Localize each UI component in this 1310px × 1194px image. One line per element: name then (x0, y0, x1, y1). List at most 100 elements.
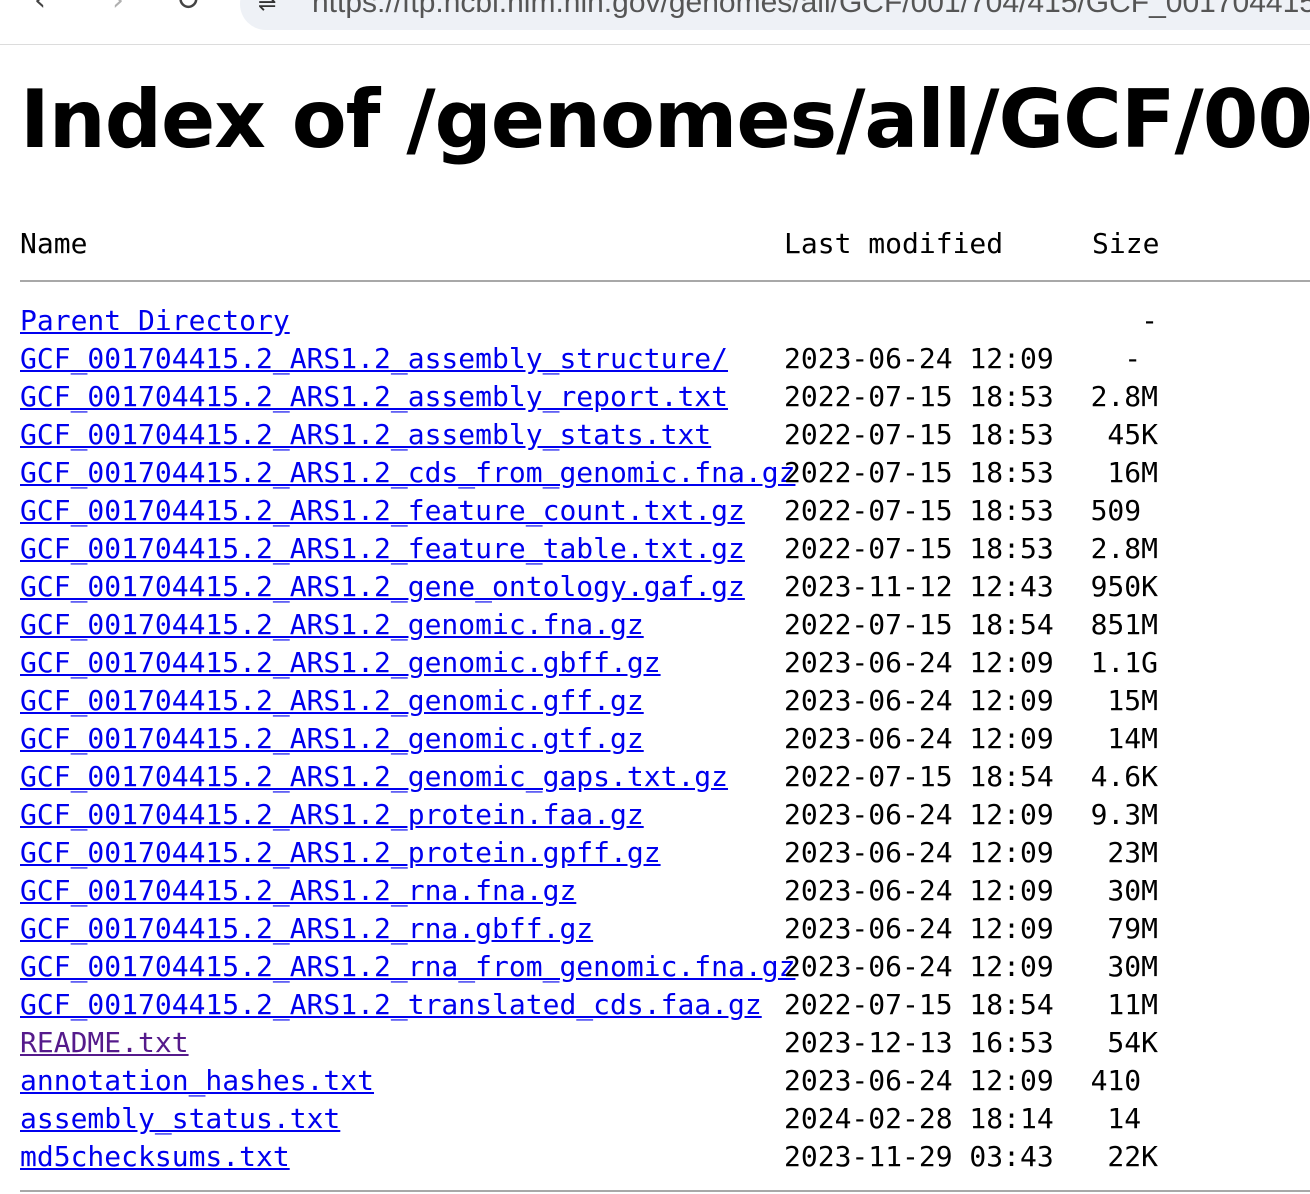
table-row: GCF_001704415.2_ARS1.2_feature_table.txt… (20, 530, 1310, 568)
reload-icon[interactable]: ↻ (170, 0, 206, 16)
size-cell: 509 (1090, 494, 1158, 527)
table-row: GCF_001704415.2_ARS1.2_protein.faa.gz 202… (20, 796, 1310, 834)
table-row: GCF_001704415.2_ARS1.2_protein.gpff.gz 20… (20, 834, 1310, 872)
last-modified-cell: 2023-11-12 12:43 (784, 570, 1054, 603)
url-text[interactable]: https://ftp.ncbi.nlm.nih.gov/genomes/all… (312, 0, 1310, 20)
size-cell: 2.8M (1090, 532, 1158, 565)
size-cell: 54K (1107, 1026, 1158, 1059)
size-cell: 15M (1107, 684, 1158, 717)
size-cell: - (1141, 304, 1158, 337)
table-row: GCF_001704415.2_ARS1.2_assembly_structur… (20, 340, 1310, 378)
table-row: annotation_hashes.txt 2023-06-24 12:09 410 (20, 1062, 1310, 1100)
last-modified-cell: 2023-06-24 12:09 (784, 1064, 1054, 1097)
column-header-name[interactable]: Name (20, 228, 87, 260)
last-modified-cell: 2023-06-24 12:09 (784, 646, 1054, 679)
file-link[interactable]: GCF_001704415.2_ARS1.2_rna.gbff.gz (20, 910, 593, 948)
parent-directory-link[interactable]: Parent Directory (20, 302, 290, 340)
back-arrow-icon[interactable]: ‹ (22, 0, 58, 16)
size-cell: 2.8M (1090, 380, 1158, 413)
size-cell: 79M (1107, 912, 1158, 945)
listing-header: Name Last modified Size (20, 228, 1310, 260)
last-modified-cell: 2023-06-24 12:09 (784, 342, 1054, 375)
file-link[interactable]: GCF_001704415.2_ARS1.2_cds_from_genomic.… (20, 454, 795, 492)
last-modified-cell: 2024-02-28 18:14 (784, 1102, 1054, 1135)
table-row: GCF_001704415.2_ARS1.2_rna_from_genomic.… (20, 948, 1310, 986)
last-modified-cell: 2022-07-15 18:53 (784, 456, 1054, 489)
file-link[interactable]: GCF_001704415.2_ARS1.2_protein.faa.gz (20, 796, 644, 834)
size-cell: 1.1G (1090, 646, 1158, 679)
table-row: GCF_001704415.2_ARS1.2_assembly_report.t… (20, 378, 1310, 416)
last-modified-cell: 2023-06-24 12:09 (784, 912, 1054, 945)
size-cell: 23M (1107, 836, 1158, 869)
table-row: README.txt 2023-12-13 16:53 54K (20, 1024, 1310, 1062)
table-row: GCF_001704415.2_ARS1.2_genomic.gbff.gz 20… (20, 644, 1310, 682)
file-link[interactable]: GCF_001704415.2_ARS1.2_feature_table.txt… (20, 530, 745, 568)
file-link[interactable]: GCF_001704415.2_ARS1.2_genomic.gff.gz (20, 682, 644, 720)
table-row: GCF_001704415.2_ARS1.2_rna.fna.gz 2023-06… (20, 872, 1310, 910)
file-link[interactable]: GCF_001704415.2_ARS1.2_genomic.fna.gz (20, 606, 644, 644)
size-cell: 4.6K (1090, 760, 1158, 793)
table-row: GCF_001704415.2_ARS1.2_gene_ontology.gaf… (20, 568, 1310, 606)
table-row: GCF_001704415.2_ARS1.2_translated_cds.fa… (20, 986, 1310, 1024)
table-row: GCF_001704415.2_ARS1.2_genomic.gff.gz 202… (20, 682, 1310, 720)
last-modified-cell: 2022-07-15 18:53 (784, 418, 1054, 451)
last-modified-cell: 2022-07-15 18:54 (784, 988, 1054, 1021)
page-content: Index of /genomes/all/GCF/001/704/415/GC… (0, 44, 1310, 1194)
address-bar[interactable]: ⇌ https://ftp.ncbi.nlm.nih.gov/genomes/a… (240, 0, 1310, 30)
file-link[interactable]: GCF_001704415.2_ARS1.2_translated_cds.fa… (20, 986, 762, 1024)
file-link[interactable]: assembly_status.txt (20, 1100, 340, 1138)
footer-divider (20, 1190, 1310, 1192)
last-modified-cell: 2023-12-13 16:53 (784, 1026, 1054, 1059)
file-link[interactable]: GCF_001704415.2_ARS1.2_rna_from_genomic.… (20, 948, 795, 986)
column-header-size[interactable]: Size (1092, 228, 1159, 260)
browser-toolbar: ‹ › ↻ ⇌ https://ftp.ncbi.nlm.nih.gov/gen… (0, 0, 1310, 45)
file-link[interactable]: GCF_001704415.2_ARS1.2_rna.fna.gz (20, 872, 576, 910)
table-row: md5checksums.txt 2023-11-29 03:43 22K (20, 1138, 1310, 1176)
last-modified-cell: 2023-06-24 12:09 (784, 874, 1054, 907)
file-link[interactable]: GCF_001704415.2_ARS1.2_protein.gpff.gz (20, 834, 661, 872)
size-cell: 14 (1107, 1102, 1158, 1135)
header-divider (20, 280, 1310, 282)
last-modified-cell: 2023-11-29 03:43 (784, 1140, 1054, 1173)
last-modified-cell: 2022-07-15 18:54 (784, 760, 1054, 793)
size-cell: 851M (1090, 608, 1158, 641)
file-link[interactable]: GCF_001704415.2_ARS1.2_assembly_structur… (20, 340, 728, 378)
size-cell: 22K (1107, 1140, 1158, 1173)
file-link[interactable]: GCF_001704415.2_ARS1.2_assembly_report.t… (20, 378, 728, 416)
directory-listing: Name Last modified Size Parent Directory… (20, 228, 1310, 1192)
size-cell: 14M (1107, 722, 1158, 755)
forward-arrow-icon[interactable]: › (100, 0, 136, 16)
file-link[interactable]: README.txt (20, 1024, 189, 1062)
site-settings-icon[interactable]: ⇌ (258, 0, 276, 17)
table-row: assembly_status.txt 2024-02-28 18:14 14 (20, 1100, 1310, 1138)
file-link[interactable]: md5checksums.txt (20, 1138, 290, 1176)
last-modified-cell: 2022-07-15 18:53 (784, 494, 1054, 527)
size-cell: 9.3M (1090, 798, 1158, 831)
file-link[interactable]: GCF_001704415.2_ARS1.2_genomic_gaps.txt.… (20, 758, 728, 796)
size-cell: 11M (1107, 988, 1158, 1021)
file-link[interactable]: GCF_001704415.2_ARS1.2_genomic.gbff.gz (20, 644, 661, 682)
file-link[interactable]: GCF_001704415.2_ARS1.2_genomic.gtf.gz (20, 720, 644, 758)
file-link[interactable]: GCF_001704415.2_ARS1.2_gene_ontology.gaf… (20, 568, 745, 606)
file-link[interactable]: GCF_001704415.2_ARS1.2_assembly_stats.tx… (20, 416, 711, 454)
table-row: GCF_001704415.2_ARS1.2_assembly_stats.tx… (20, 416, 1310, 454)
table-row: GCF_001704415.2_ARS1.2_cds_from_genomic.… (20, 454, 1310, 492)
table-row: GCF_001704415.2_ARS1.2_genomic_gaps.txt.… (20, 758, 1310, 796)
size-cell: 410 (1090, 1064, 1158, 1097)
size-cell: 30M (1107, 874, 1158, 907)
last-modified-cell: 2023-06-24 12:09 (784, 798, 1054, 831)
column-header-modified[interactable]: Last modified (784, 228, 1003, 260)
table-row: Parent Directory - (20, 302, 1310, 340)
table-row: GCF_001704415.2_ARS1.2_genomic.gtf.gz 202… (20, 720, 1310, 758)
last-modified-cell: 2022-07-15 18:53 (784, 532, 1054, 565)
file-link[interactable]: GCF_001704415.2_ARS1.2_feature_count.txt… (20, 492, 745, 530)
last-modified-cell: 2022-07-15 18:54 (784, 608, 1054, 641)
last-modified-cell: 2023-06-24 12:09 (784, 950, 1054, 983)
last-modified-cell: 2022-07-15 18:53 (784, 380, 1054, 413)
table-row: GCF_001704415.2_ARS1.2_feature_count.txt… (20, 492, 1310, 530)
last-modified-cell: 2023-06-24 12:09 (784, 836, 1054, 869)
file-link[interactable]: annotation_hashes.txt (20, 1062, 374, 1100)
size-cell: 30M (1107, 950, 1158, 983)
size-cell: 16M (1107, 456, 1158, 489)
size-cell: 45K (1107, 418, 1158, 451)
